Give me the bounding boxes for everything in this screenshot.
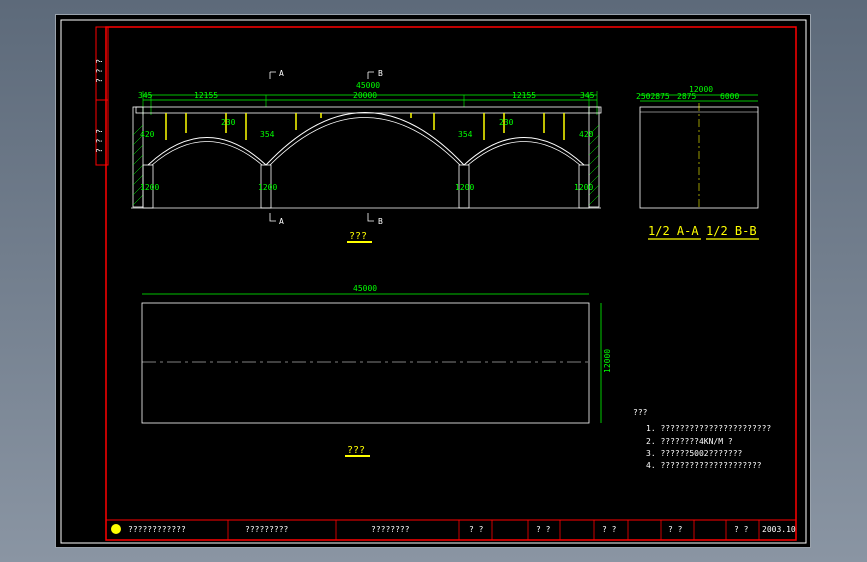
arch-left-inner: [151, 141, 263, 166]
elevation-title: ???: [349, 231, 367, 242]
arch-right-inner: [467, 141, 581, 166]
company-logo-icon: [111, 524, 121, 534]
pier-label: 1200: [258, 183, 277, 192]
end-dim-right: 345: [580, 91, 595, 100]
plan-view: 45000 12000 ???: [141, 284, 612, 457]
section-marker-b-top: [367, 71, 374, 79]
elevation-overall-dim: 45000: [356, 81, 380, 90]
section-b-label-top: B: [378, 69, 383, 78]
section-part-dim: 2502875: [636, 92, 670, 101]
abutment-left: [132, 106, 144, 208]
section-marker-a-top: [269, 71, 276, 79]
pier-label: 1200: [574, 183, 593, 192]
note-item: 4. ?????????????????????: [646, 461, 762, 470]
arch-label: 420: [140, 130, 155, 139]
plan-outline: [141, 302, 590, 424]
note-item: 2. ????????4KN/M ?: [646, 437, 733, 446]
arch-label: 230: [499, 118, 514, 127]
section-title-a: 1/2 A-A: [648, 224, 699, 238]
elevation-view: 45000 345 12155 20000 12155 345 230 230 …: [131, 69, 602, 243]
title-cell: ? ?: [734, 525, 749, 534]
span-dim-right: 12155: [512, 91, 536, 100]
note-item: 1. ???????????????????????: [646, 424, 771, 433]
left-strip-cell-2: ? ? ?: [95, 129, 104, 153]
plan-length-dim: 45000: [353, 284, 377, 293]
section-a-label-bottom: A: [279, 217, 284, 226]
title-date: 2003.10: [762, 525, 796, 534]
section-part-dim: 2875: [677, 92, 696, 101]
abutment-right: [588, 106, 600, 208]
section-title-b: 1/2 B-B: [706, 224, 757, 238]
section-part-dim: 6000: [720, 92, 739, 101]
abutment-hatching: [132, 124, 600, 206]
section-b-label-bottom: B: [378, 217, 383, 226]
pier-label: 1200: [455, 183, 474, 192]
title-cell: ????????: [371, 525, 410, 534]
section-marker-b-bottom: [367, 213, 374, 222]
section-marker-a-bottom: [269, 213, 276, 222]
left-strip-cell-1: ? ? ?: [95, 59, 104, 83]
span-dim-left: 12155: [194, 91, 218, 100]
drawing-sheet: ? ? ? ? ? ? 45000 345 12155 20000 12155 …: [55, 14, 811, 548]
notes-block: ??? 1. ??????????????????????? 2. ??????…: [633, 408, 771, 470]
arch-label: 354: [458, 130, 473, 139]
title-cell: ? ?: [602, 525, 617, 534]
arch-label: 354: [260, 130, 275, 139]
arch-label: 230: [221, 118, 236, 127]
title-cell: ? ?: [469, 525, 484, 534]
notes-heading: ???: [633, 408, 648, 417]
title-cell: ? ?: [668, 525, 683, 534]
title-block: ???????????? ????????? ???????? ? ? ? ? …: [106, 519, 796, 540]
section-view: 12000 2502875 2875 6000 1/2 A-A 1/2 B-B: [636, 85, 759, 240]
note-item: 3. ??????5002???????: [646, 449, 743, 458]
title-cell: ? ?: [536, 525, 551, 534]
title-cell: ?????????: [245, 525, 289, 534]
plan-title: ???: [347, 445, 365, 456]
pier-label: 1200: [140, 183, 159, 192]
arch-label: 420: [579, 130, 594, 139]
end-dim-left: 345: [138, 91, 153, 100]
cad-drawing: ? ? ? ? ? ? 45000 345 12155 20000 12155 …: [60, 19, 807, 544]
title-cell: ????????????: [128, 525, 186, 534]
arch-middle-inner: [269, 117, 461, 166]
plan-width-dim: 12000: [603, 349, 612, 373]
span-dim-middle: 20000: [353, 91, 377, 100]
section-a-label-top: A: [279, 69, 284, 78]
